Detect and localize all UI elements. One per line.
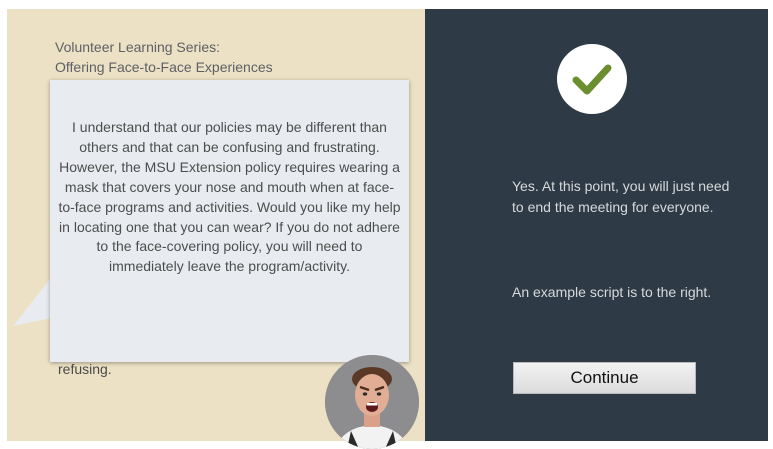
partially-hidden-text: refusing. [58, 361, 112, 377]
course-title-line1: Volunteer Learning Series: [55, 39, 220, 55]
speech-bubble-text: I understand that our policies may be di… [58, 119, 401, 275]
slide: Volunteer Learning Series: Offering Face… [0, 0, 773, 449]
course-title: Volunteer Learning Series: Offering Face… [55, 37, 385, 77]
feedback-paragraph-2: An example script is to the right. [512, 284, 712, 300]
course-title-line2: Offering Face-to-Face Experiences [55, 59, 273, 75]
angry-man-avatar [325, 355, 419, 449]
feedback-paragraph-1: Yes. At this point, you will just need t… [512, 178, 730, 215]
continue-button[interactable]: Continue [513, 362, 696, 394]
checkmark-icon [572, 64, 612, 95]
correct-indicator [557, 44, 627, 114]
speech-bubble: I understand that our policies may be di… [50, 80, 409, 362]
